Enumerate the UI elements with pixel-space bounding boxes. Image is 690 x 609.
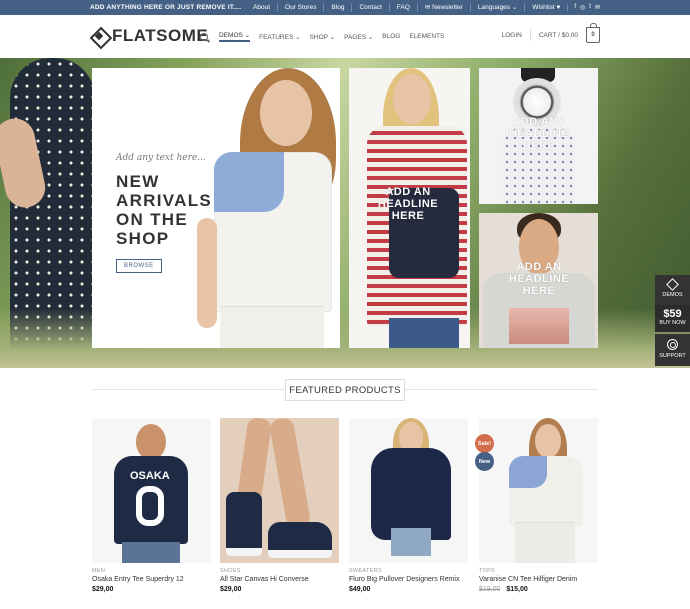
browse-button[interactable]: BROWSE bbox=[116, 259, 162, 273]
product-name[interactable]: All Star Canvas Hi Converse bbox=[220, 576, 339, 583]
cart-count: 0 bbox=[591, 32, 595, 38]
top-link-faq[interactable]: FAQ bbox=[388, 3, 417, 12]
product-category[interactable]: TOPS bbox=[479, 568, 598, 574]
demos-label: DEMOS bbox=[662, 292, 683, 298]
model-face bbox=[535, 424, 561, 458]
buy-now-side-button[interactable]: $59 BUY NOW bbox=[655, 305, 690, 332]
model-face bbox=[393, 74, 431, 124]
sneaker-left bbox=[226, 492, 262, 556]
model-jeans bbox=[389, 318, 459, 348]
login-link[interactable]: LOGIN bbox=[502, 32, 522, 39]
logo-mark-icon bbox=[90, 27, 108, 45]
product-current-price: $15,00 bbox=[506, 586, 528, 593]
hero-panel-striped[interactable]: ADD AN HEADLINE HERE bbox=[349, 68, 470, 348]
top-link-our-stores[interactable]: Our Stores bbox=[277, 3, 323, 12]
product-current-price: $29,00 bbox=[220, 586, 242, 593]
instagram-icon[interactable]: ◎ bbox=[580, 4, 585, 11]
sneaker-right bbox=[268, 522, 332, 558]
demos-side-button[interactable]: DEMOS bbox=[655, 275, 690, 305]
sale-badge: Sale! bbox=[475, 434, 494, 453]
top-link-blog[interactable]: Blog bbox=[323, 3, 351, 12]
product-category[interactable]: SHOES bbox=[220, 568, 339, 574]
product-card[interactable]: Sale! New TOPS Varanise CN Tee Hilfiger … bbox=[475, 418, 598, 593]
new-badge: New bbox=[475, 452, 494, 471]
hero-small-text: Add any text here... bbox=[116, 153, 206, 163]
model-top-print bbox=[214, 152, 284, 212]
diamond-icon bbox=[666, 278, 679, 291]
model-arm bbox=[197, 218, 217, 328]
logo-text: FLATSOME bbox=[112, 26, 209, 45]
product-price: $29,00 bbox=[92, 586, 211, 593]
nav-item-shop[interactable]: SHOP ⌄ bbox=[310, 33, 336, 41]
product-image[interactable]: OSAKA bbox=[92, 418, 211, 563]
hero-panel-bottom-right[interactable]: ADD AN HEADLINE HERE bbox=[479, 213, 598, 348]
model-face bbox=[136, 424, 166, 460]
header-divider bbox=[529, 29, 531, 41]
nav-item-blog[interactable]: BLOG bbox=[382, 33, 400, 40]
top-bar-links: About Our Stores Blog Contact FAQ ✉ News… bbox=[246, 3, 600, 12]
top-link-contact[interactable]: Contact bbox=[351, 3, 388, 12]
nav-item-features[interactable]: FEATURES ⌄ bbox=[259, 33, 300, 41]
cart-bag-icon[interactable]: 0 bbox=[586, 23, 600, 43]
product-image[interactable] bbox=[220, 418, 339, 563]
nav-item-elements[interactable]: ELEMENTS bbox=[409, 33, 444, 40]
nav-item-demos[interactable]: DEMOS ⌄ bbox=[219, 31, 251, 42]
product-card[interactable]: OSAKA MEN Osaka Entry Tee Superdry 12 $2… bbox=[92, 418, 211, 593]
top-link-wishlist[interactable]: Wishlist ♥ bbox=[524, 3, 567, 12]
model-shorts bbox=[220, 306, 324, 348]
hero-panel-main[interactable]: Add any text here... NEW ARRIVALS ON THE… bbox=[92, 68, 340, 348]
featured-products-title: FEATURED PRODUCTS bbox=[285, 379, 405, 401]
model-jeans bbox=[122, 542, 180, 563]
main-header: FLATSOME DEMOS ⌄ FEATURES ⌄ SHOP ⌄ PAGES… bbox=[0, 15, 690, 58]
product-image[interactable] bbox=[349, 418, 468, 563]
search-icon[interactable] bbox=[200, 32, 208, 41]
email-icon[interactable]: ✉ bbox=[595, 4, 600, 11]
product-card[interactable]: SWEATERS Fluro Big Pullover Designers Re… bbox=[349, 418, 468, 593]
panel3-headline: ADD ANY HEADLINE HERE bbox=[508, 116, 570, 152]
product-name[interactable]: Varanise CN Tee Hilfiger Denim bbox=[479, 576, 598, 583]
product-price: $19,00 $15,00 bbox=[479, 586, 598, 593]
product-old-price: $19,00 bbox=[479, 586, 501, 593]
cart-link[interactable]: CART / $0.00 bbox=[539, 32, 578, 39]
top-link-languages[interactable]: Languages ⌄ bbox=[469, 3, 524, 12]
product-name[interactable]: Fluro Big Pullover Designers Remix bbox=[349, 576, 468, 583]
nav-item-pages[interactable]: PAGES ⌄ bbox=[344, 33, 373, 41]
lifebuoy-icon bbox=[667, 339, 678, 350]
model-tshirt-print bbox=[509, 308, 569, 344]
buy-now-label: BUY NOW bbox=[659, 320, 686, 326]
product-current-price: $49,00 bbox=[349, 586, 371, 593]
support-label: SUPPORT bbox=[659, 353, 686, 359]
hero-panel-top-right[interactable]: ADD ANY HEADLINE HERE bbox=[479, 68, 598, 204]
panel4-headline: ADD AN HEADLINE HERE bbox=[508, 261, 570, 297]
model-face bbox=[260, 80, 312, 146]
tshirt-number bbox=[136, 486, 164, 526]
twitter-icon[interactable]: t bbox=[589, 4, 591, 11]
top-bar: ADD ANYTHING HERE OR JUST REMOVE IT.... … bbox=[0, 0, 690, 15]
product-card[interactable]: SHOES All Star Canvas Hi Converse $29,00 bbox=[220, 418, 339, 593]
social-icons: f ◎ t ✉ bbox=[567, 4, 600, 11]
tshirt-print: OSAKA bbox=[130, 470, 170, 482]
header-account: LOGIN CART / $0.00 0 bbox=[502, 23, 600, 43]
top-bar-promo: ADD ANYTHING HERE OR JUST REMOVE IT.... bbox=[90, 4, 242, 11]
top-link-newsletter[interactable]: ✉ Newsletter bbox=[416, 3, 470, 12]
top-link-about[interactable]: About bbox=[246, 3, 277, 12]
support-side-button[interactable]: SUPPORT bbox=[655, 334, 690, 366]
product-name[interactable]: Osaka Entry Tee Superdry 12 bbox=[92, 576, 211, 583]
product-category[interactable]: SWEATERS bbox=[349, 568, 468, 574]
main-nav: DEMOS ⌄ FEATURES ⌄ SHOP ⌄ PAGES ⌄ BLOG E… bbox=[200, 31, 444, 42]
logo[interactable]: FLATSOME bbox=[90, 26, 208, 46]
panel2-headline: ADD AN HEADLINE HERE bbox=[377, 186, 439, 222]
product-price: $29,00 bbox=[220, 586, 339, 593]
model-shorts bbox=[515, 522, 575, 563]
product-current-price: $29,00 bbox=[92, 586, 114, 593]
model-top-print bbox=[509, 456, 547, 488]
facebook-icon[interactable]: f bbox=[574, 4, 576, 11]
model-leg bbox=[268, 418, 312, 530]
product-price: $49,00 bbox=[349, 586, 468, 593]
model-skirt bbox=[391, 528, 431, 556]
product-image[interactable] bbox=[479, 418, 598, 563]
model-sweater bbox=[371, 448, 451, 540]
product-category[interactable]: MEN bbox=[92, 568, 211, 574]
buy-price: $59 bbox=[663, 308, 682, 320]
